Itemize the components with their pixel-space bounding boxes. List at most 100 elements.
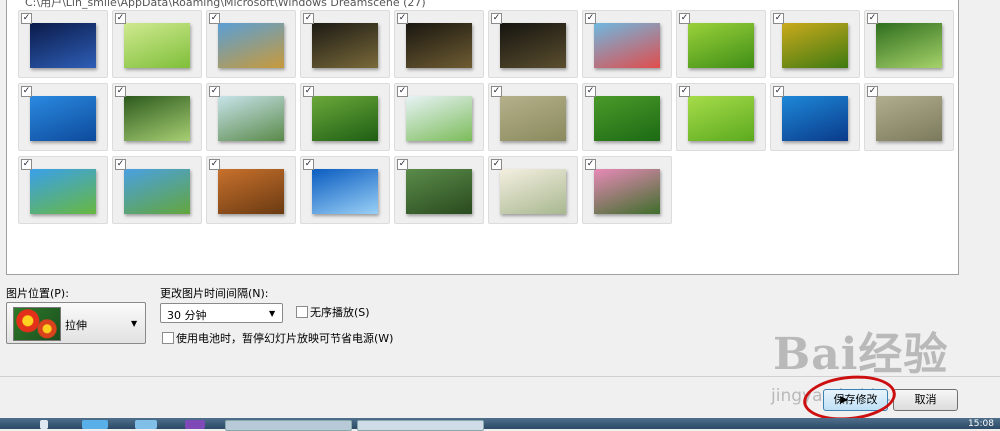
wallpaper-thumbnail[interactable]: ✓ [300,83,390,151]
wallpaper-image [688,96,754,141]
position-dropdown[interactable]: 拉伸 ▼ [6,302,146,344]
thumbnail-checkbox[interactable]: ✓ [209,86,220,97]
wallpaper-thumbnail[interactable]: ✓ [582,10,672,78]
thumbnail-checkbox[interactable]: ✓ [303,86,314,97]
wallpaper-image [876,96,942,141]
wallpaper-image [218,23,284,68]
wallpaper-thumbnail[interactable]: ✓ [206,10,296,78]
taskbar-window-button[interactable] [357,420,484,431]
chevron-down-icon: ▼ [131,319,138,328]
wallpaper-image [500,23,566,68]
wallpaper-thumbnail[interactable]: ✓ [394,156,484,224]
thumbnail-checkbox[interactable]: ✓ [115,159,126,170]
wallpaper-image [688,23,754,68]
wallpaper-image [782,23,848,68]
thumbnail-checkbox[interactable]: ✓ [773,13,784,24]
flower-preview-icon [13,307,61,341]
wallpaper-thumbnail[interactable]: ✓ [582,83,672,151]
thumbnail-checkbox[interactable]: ✓ [491,86,502,97]
wallpaper-thumbnail[interactable]: ✓ [488,10,578,78]
wallpaper-image [406,96,472,141]
thumbnail-checkbox[interactable]: ✓ [397,159,408,170]
thumbnail-checkbox[interactable]: ✓ [303,159,314,170]
wallpaper-thumbnail[interactable]: ✓ [582,156,672,224]
thumbnail-checkbox[interactable]: ✓ [585,13,596,24]
battery-label: 使用电池时，暂停幻灯片放映可节省电源(W) [176,332,394,345]
watermark-brand: Bai经验 [773,329,949,380]
cancel-button[interactable]: 取消 [893,389,958,411]
thumbnail-checkbox[interactable]: ✓ [491,159,502,170]
thumbnail-checkbox[interactable]: ✓ [679,13,690,24]
wallpaper-thumbnail[interactable]: ✓ [770,83,860,151]
clock: 15:08 [968,419,994,429]
wallpaper-image [500,169,566,214]
thumbnail-checkbox[interactable]: ✓ [491,13,502,24]
wallpaper-image [876,23,942,68]
wallpaper-thumbnail[interactable]: ✓ [300,156,390,224]
thumbnail-checkbox[interactable]: ✓ [585,159,596,170]
wallpaper-thumbnail[interactable]: ✓ [18,10,108,78]
wallpaper-thumbnail[interactable]: ✓ [300,10,390,78]
wallpaper-image [406,23,472,68]
wallpaper-image [124,23,190,68]
thumbnail-checkbox[interactable]: ✓ [209,159,220,170]
thumbnail-checkbox[interactable]: ✓ [867,13,878,24]
thumbnail-checkbox[interactable]: ✓ [21,13,32,24]
battery-checkbox[interactable] [162,332,174,344]
wallpaper-image [124,169,190,214]
wallpaper-image [782,96,848,141]
thumbnail-checkbox[interactable]: ✓ [115,13,126,24]
thumbnail-checkbox[interactable]: ✓ [303,13,314,24]
wallpaper-thumbnail[interactable]: ✓ [676,10,766,78]
thumbnail-checkbox[interactable]: ✓ [21,86,32,97]
wallpaper-thumbnail[interactable]: ✓ [394,83,484,151]
wallpaper-thumbnail[interactable]: ✓ [112,10,202,78]
wallpaper-image [30,23,96,68]
thumbnail-checkbox[interactable]: ✓ [21,159,32,170]
thumbnail-checkbox[interactable]: ✓ [867,86,878,97]
wallpaper-image [30,169,96,214]
wallpaper-thumbnail[interactable]: ✓ [112,83,202,151]
wallpaper-image [594,23,660,68]
taskbar-window-button[interactable] [225,420,352,431]
start-icon[interactable] [40,420,48,429]
thumbnail-checkbox[interactable]: ✓ [209,13,220,24]
thumbnail-checkbox[interactable]: ✓ [585,86,596,97]
save-button[interactable]: 保存修改 [823,389,888,411]
thumbnail-checkbox[interactable]: ✓ [773,86,784,97]
position-value: 拉伸 [65,319,87,332]
wallpaper-image [218,96,284,141]
wallpaper-thumbnail[interactable]: ✓ [864,10,954,78]
wallpaper-thumbnail[interactable]: ✓ [864,83,954,151]
position-label: 图片位置(P): [6,287,69,300]
wallpaper-thumbnail[interactable]: ✓ [488,83,578,151]
wallpaper-thumbnail[interactable]: ✓ [488,156,578,224]
thumbnail-checkbox[interactable]: ✓ [397,86,408,97]
wallpaper-thumbnail[interactable]: ✓ [18,83,108,151]
wallpaper-image [124,96,190,141]
thumbnail-checkbox[interactable]: ✓ [397,13,408,24]
wallpaper-thumbnail[interactable]: ✓ [206,83,296,151]
interval-label: 更改图片时间间隔(N): [160,287,269,300]
wallpaper-thumbnail[interactable]: ✓ [770,10,860,78]
wallpaper-thumbnail[interactable]: ✓ [112,156,202,224]
wallpaper-thumbnail[interactable]: ✓ [206,156,296,224]
wallpaper-thumbnail[interactable]: ✓ [676,83,766,151]
wallpaper-image [406,169,472,214]
interval-value: 30 分钟 [167,309,207,322]
media-icon[interactable] [185,420,205,429]
wallpaper-thumbnail[interactable]: ✓ [394,10,484,78]
thumbnail-checkbox[interactable]: ✓ [679,86,690,97]
shuffle-checkbox[interactable] [296,306,308,318]
wallpaper-image [218,169,284,214]
mouse-cursor-icon: ➤ [838,393,849,408]
taskbar-app-icon[interactable] [82,420,108,429]
interval-dropdown[interactable]: 30 分钟 ▼ [160,303,283,323]
shuffle-label: 无序播放(S) [310,306,370,319]
wallpaper-thumbnail[interactable]: ✓ [18,156,108,224]
wallpaper-image [500,96,566,141]
wallpaper-image [594,169,660,214]
browser-icon[interactable] [135,420,157,429]
wallpaper-image [312,169,378,214]
thumbnail-checkbox[interactable]: ✓ [115,86,126,97]
